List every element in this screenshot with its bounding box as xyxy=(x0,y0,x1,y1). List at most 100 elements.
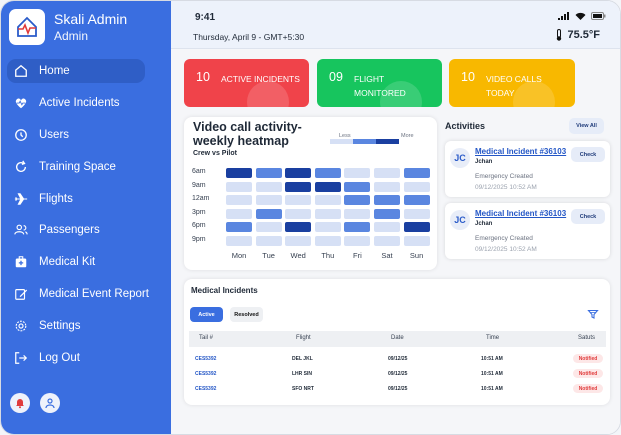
incident-link[interactable]: Medical Incident #36103 xyxy=(475,209,566,218)
tab-resolved[interactable]: Resolved xyxy=(230,307,263,322)
medical-incidents-card: Medical Incidents Active Resolved Tail #… xyxy=(184,279,610,405)
heatmap-cell[interactable] xyxy=(344,222,371,233)
heatmap-cell[interactable] xyxy=(285,168,312,178)
heatmap-cell[interactable] xyxy=(403,168,430,178)
heatmap-cell[interactable] xyxy=(226,208,252,219)
check-button[interactable]: Check xyxy=(571,209,605,224)
status-badge: Notified xyxy=(573,354,603,363)
heatmap-cell[interactable] xyxy=(285,236,312,246)
status-bar: 9:41 Thursday, April 9 - GMT+5:30 75.5°F xyxy=(171,1,620,49)
heatmap-cell[interactable] xyxy=(403,195,430,206)
heatmap-cell[interactable] xyxy=(226,195,252,206)
legend-swatch xyxy=(376,139,399,144)
bell-icon xyxy=(16,399,24,409)
heatmap-cell[interactable] xyxy=(255,195,282,206)
heatmap-cell[interactable] xyxy=(255,208,282,219)
heatmap-cell[interactable] xyxy=(285,195,312,206)
battery-icon xyxy=(591,12,606,20)
sidebar-item-medical-kit[interactable]: Medical Kit xyxy=(7,250,165,274)
heatmap-cell[interactable] xyxy=(285,208,312,219)
table-row[interactable]: CES5392 SFO NRT 09/12/25 10:51 AM Notifi… xyxy=(189,382,606,396)
heatmap-cell[interactable] xyxy=(255,181,282,192)
sidebar-item-log-out[interactable]: Log Out xyxy=(7,346,165,370)
heatmap-cell[interactable] xyxy=(314,181,341,192)
logout-icon xyxy=(13,350,29,366)
table-row[interactable]: CES5392 DEL JKL 09/12/25 10:51 AM Notifi… xyxy=(189,352,606,366)
heatmap-col-label: Sun xyxy=(409,251,424,260)
tail-number[interactable]: CES5392 xyxy=(195,356,216,362)
activity-type: Emergency Created xyxy=(475,235,533,242)
heatmap-cell[interactable] xyxy=(226,222,252,233)
heatmap-cell[interactable] xyxy=(344,195,371,206)
heatmap-cell[interactable] xyxy=(285,222,312,233)
heatmap-cell[interactable] xyxy=(226,236,252,246)
heatmap-cell[interactable] xyxy=(255,222,282,233)
heatmap-card: Video call activity- weekly heatmap Crew… xyxy=(184,117,437,270)
filter-icon[interactable] xyxy=(587,308,599,320)
signal-icon xyxy=(558,12,569,20)
time-cell: 10:51 AM xyxy=(481,356,503,362)
sidebar-item-passengers[interactable]: Passengers xyxy=(7,218,165,242)
heatmap-cell[interactable] xyxy=(403,181,430,192)
date-cell: 09/12/25 xyxy=(388,386,408,392)
heatmap-cell[interactable] xyxy=(344,208,371,219)
heatmap-col-label: Sat xyxy=(381,251,393,260)
table-row[interactable]: CES5392 LHR SIN 09/12/25 10:51 AM Notifi… xyxy=(189,367,606,381)
heatmap-cell[interactable] xyxy=(403,222,430,233)
date-timezone: Thursday, April 9 - GMT+5:30 xyxy=(193,32,305,42)
heatmap-cell[interactable] xyxy=(374,222,400,233)
heatmap-cell[interactable] xyxy=(403,236,430,246)
table-header: Tail # Flight Date Time Satuts xyxy=(189,331,606,347)
sidebar-item-medical-event-report[interactable]: Medical Event Report xyxy=(7,282,165,306)
sidebar-item-flights[interactable]: Flights xyxy=(7,187,165,211)
heatmap-cell[interactable] xyxy=(344,236,371,246)
heatmap-cell[interactable] xyxy=(255,168,282,178)
heatmap-cell[interactable] xyxy=(285,181,312,192)
user-icon xyxy=(45,398,55,409)
sidebar-item-label: Flights xyxy=(39,192,73,205)
heatmap-cell[interactable] xyxy=(344,181,371,192)
sidebar-item-users[interactable]: Users xyxy=(7,123,165,147)
activity-card[interactable]: JC Medical Incident #36103 Jchan Check E… xyxy=(445,141,610,197)
stat-active-incidents[interactable]: 10 ACTIVE INCIDENTS xyxy=(184,59,309,107)
tab-active[interactable]: Active xyxy=(190,307,223,322)
tail-number[interactable]: CES5392 xyxy=(195,386,216,392)
view-all-button[interactable]: View All xyxy=(569,118,604,134)
heatmap-cell[interactable] xyxy=(226,168,252,178)
sidebar-item-training-space[interactable]: Training Space xyxy=(7,155,165,179)
heatmap-col-label: Fri xyxy=(353,251,362,260)
sidebar-item-active-incidents[interactable]: Active Incidents xyxy=(7,91,165,115)
activity-card[interactable]: JC Medical Incident #36103 Jchan Check E… xyxy=(445,203,610,259)
tail-number[interactable]: CES5392 xyxy=(195,371,216,377)
stat-number: 10 xyxy=(196,70,210,84)
heatmap-cell[interactable] xyxy=(344,168,371,178)
stat-flight-monitored[interactable]: 09 FLIGHT MONITORED xyxy=(317,59,442,107)
heatmap-cell[interactable] xyxy=(374,195,400,206)
check-button[interactable]: Check xyxy=(571,147,605,162)
stat-video-calls-today[interactable]: 10 VIDEO CALLS TODAY xyxy=(449,59,575,107)
system-icons xyxy=(558,12,606,20)
heatmap-cell[interactable] xyxy=(314,208,341,219)
sidebar-item-label: Home xyxy=(39,65,70,77)
heatmap-cell[interactable] xyxy=(374,236,400,246)
heatmap-cell[interactable] xyxy=(314,195,341,206)
heatmap-cell[interactable] xyxy=(255,236,282,246)
heatmap-cell[interactable] xyxy=(374,181,400,192)
sidebar-item-settings[interactable]: Settings xyxy=(7,314,165,338)
heatmap-cell[interactable] xyxy=(374,168,400,178)
stat-number: 10 xyxy=(461,70,475,84)
sidebar-item-home[interactable]: Home xyxy=(7,59,145,83)
heatmap-cell[interactable] xyxy=(226,181,252,192)
heatmap-cell[interactable] xyxy=(314,222,341,233)
incident-link[interactable]: Medical Incident #36103 xyxy=(475,147,566,156)
stat-number: 09 xyxy=(329,70,343,84)
profile-button[interactable] xyxy=(40,393,60,413)
heatmap-cell[interactable] xyxy=(374,208,400,219)
heatmap-col-label: Wed xyxy=(290,251,306,260)
activities-title: Activities xyxy=(445,121,486,131)
avatar: JC xyxy=(450,210,470,230)
heatmap-cell[interactable] xyxy=(403,208,430,219)
notification-button[interactable] xyxy=(10,393,30,413)
heatmap-cell[interactable] xyxy=(314,168,341,178)
heatmap-cell[interactable] xyxy=(314,236,341,246)
